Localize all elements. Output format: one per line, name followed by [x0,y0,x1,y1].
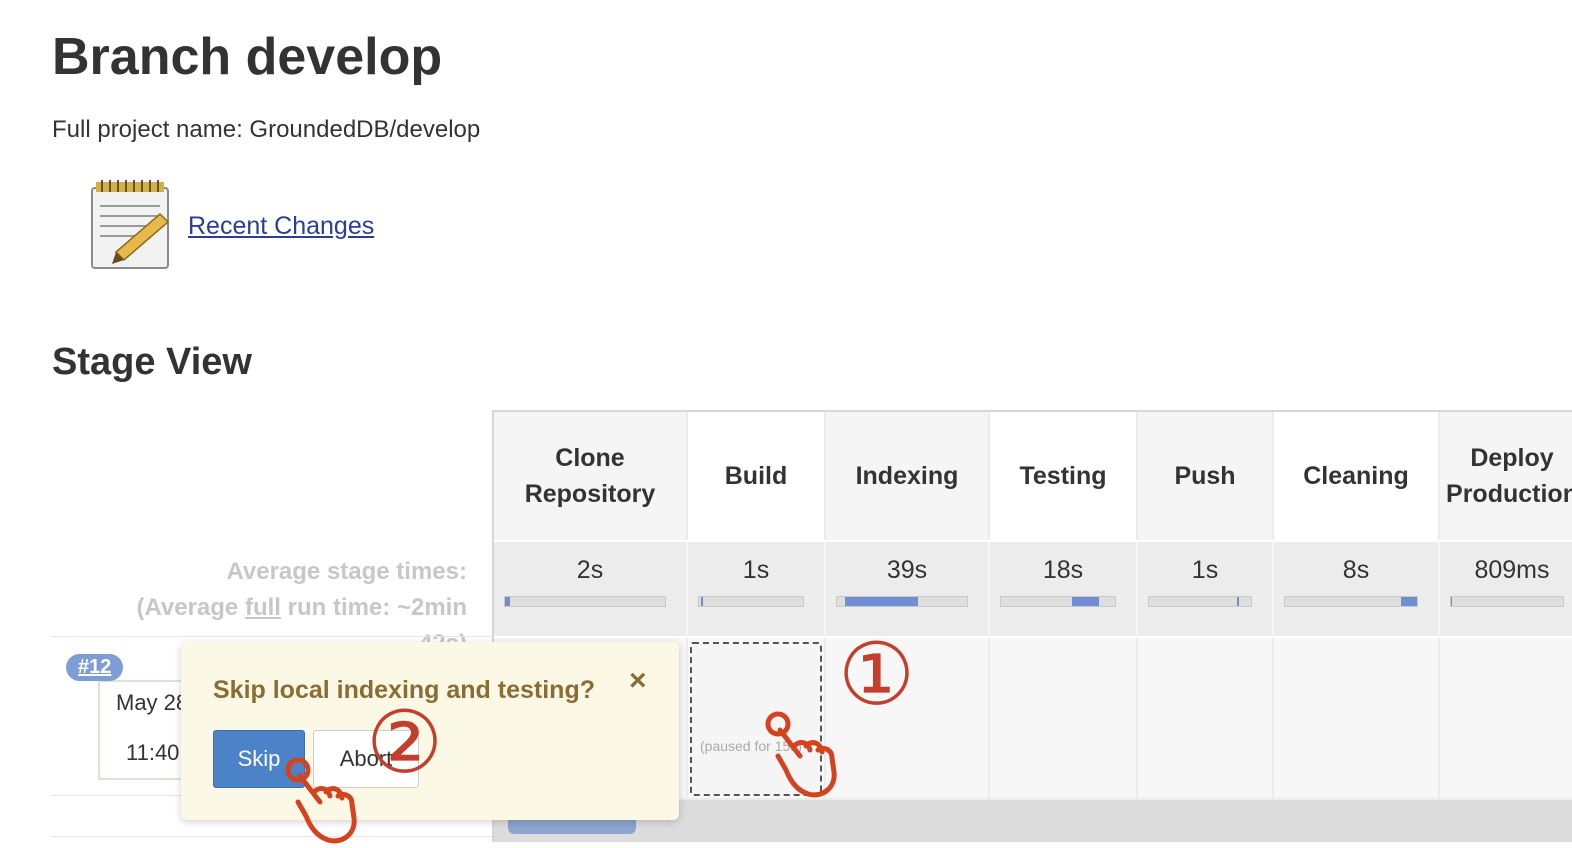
stage-view-title: Stage View [52,341,252,383]
stage-avg-time: 8s [1274,542,1440,636]
build-date: May 28 [116,690,189,715]
stage-progress-fill [1071,597,1100,606]
stage-header-cleaning: Cleaning [1274,412,1440,540]
stage-avg-time: 1s [1138,542,1274,636]
row-divider [52,836,492,837]
stage-avg-time: 18s [990,542,1138,636]
stage-name: Push [1174,458,1235,494]
stage-name: Build [725,458,788,494]
stage-name-line2: Repository [524,480,656,508]
pointing-hand-icon [285,757,357,844]
average-run-time-prefix: (Average [136,594,245,621]
stage-progress-fill [844,597,918,606]
build-number-badge[interactable]: #12 [66,654,124,681]
average-stage-times-label: Average stage times: [226,558,467,585]
step-2-annotation: ② [366,693,444,793]
full-run-link[interactable]: full [245,594,281,621]
build-time: 11:40 [126,740,180,765]
stage-name: Deploy Production [1446,440,1572,512]
stage-progress-fill [701,597,704,606]
stage-name: Clone Repository [525,440,656,512]
stage-avg-time-value: 18s [1042,556,1084,584]
stage-progress-fill [1236,597,1239,606]
stage-name-line1: Testing [1019,462,1107,490]
stage-avg-time-value: 2s [576,556,604,584]
stage-progress-fill [1451,597,1453,606]
stage-avg-time-value: 809ms [1474,556,1550,584]
stage-cell[interactable] [1138,638,1274,800]
stage-header-indexing: Indexing [826,412,990,540]
stage-avg-time: 809ms [1440,542,1572,636]
stage-avg-time: 39s [826,542,990,636]
stage-avg-time-value: 8s [1342,556,1370,584]
stage-avg-time-value: 1s [742,556,770,584]
stage-name: Cleaning [1303,458,1409,494]
stage-name-line1: Clone [555,444,625,472]
average-run-time-suffix: run time: ~2min [280,594,467,621]
stage-name-line1: Deploy [1470,444,1554,472]
stage-name-line1: Push [1174,462,1236,490]
pointing-hand-icon [765,711,837,798]
stage-name-line1: Build [724,462,788,490]
stage-header-testing: Testing [990,412,1138,540]
full-project-name: Full project name: GroundedDB/develop [52,116,481,143]
stage-progress-bar [836,596,968,607]
stage-progress-bar [1284,596,1418,607]
stage-header-deploy: Deploy Production [1440,412,1572,540]
stage-avg-time: 1s [688,542,826,636]
stage-name-line1: Cleaning [1303,462,1409,490]
close-icon[interactable]: × [629,664,647,698]
stage-name: Indexing [856,458,959,494]
stage-header-push: Push [1138,412,1274,540]
stage-progress-bar [698,596,804,607]
stage-progress-fill [505,597,510,606]
stage-header-clone: Clone Repository [494,412,688,540]
stage-avg-time-value: 1s [1191,556,1219,584]
average-run-time: (Average full run time: ~2min [60,590,467,626]
stage-progress-bar [1000,596,1116,607]
stage-name-line1: Indexing [855,462,959,490]
stage-progress-bar [504,596,666,607]
page-title: Branch develop [52,28,443,86]
notepad-icon [91,180,170,269]
stage-name-line2: Production [1446,480,1572,508]
stage-name: Testing [1019,458,1106,494]
stage-header-build: Build [688,412,826,540]
stage-progress-fill [1401,597,1417,606]
stage-progress-bar [1148,596,1252,607]
stage-avg-time-value: 39s [886,556,928,584]
stage-cell[interactable] [1274,638,1440,800]
recent-changes-link[interactable]: Recent Changes [188,212,374,241]
stage-cell[interactable] [990,638,1138,800]
stage-avg-time: 2s [494,542,688,636]
stage-progress-bar [1450,596,1564,607]
stage-cell[interactable] [1440,638,1572,800]
